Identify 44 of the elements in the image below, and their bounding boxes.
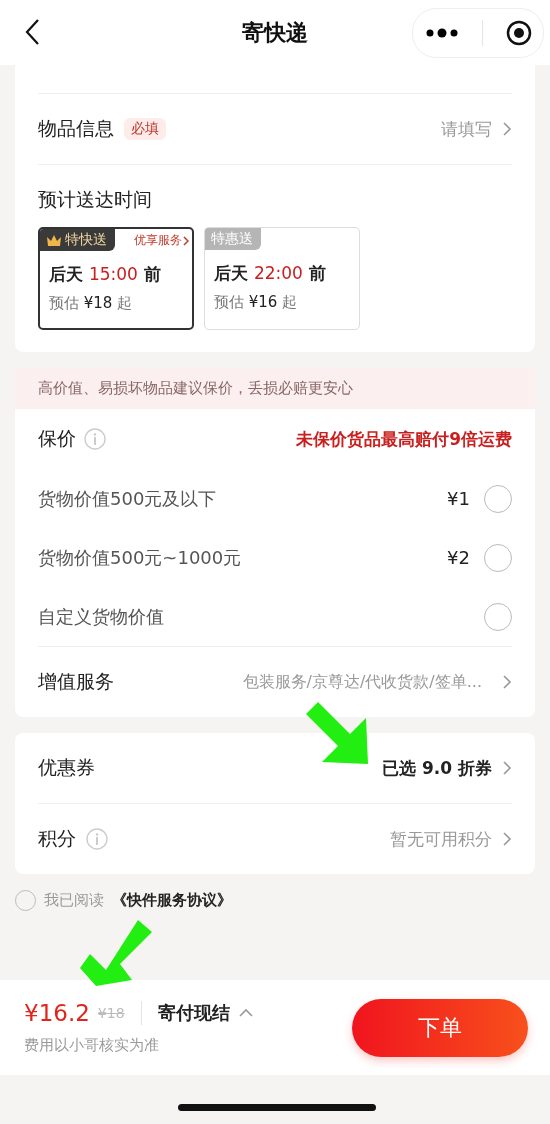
page-title: 寄快递 [242, 18, 308, 47]
crown-icon [46, 233, 62, 247]
required-tag: 必填 [124, 118, 166, 140]
insurance-note: 未保价货品最高赔付9倍运费 [296, 427, 512, 451]
delivery-time: 后天 15:00 前 [49, 263, 162, 286]
service-tag: 特快送 [40, 229, 115, 251]
back-icon[interactable] [24, 18, 40, 46]
agreement-text: 我已阅读 [44, 891, 104, 910]
more-icon[interactable] [424, 28, 459, 38]
fee-note: 费用以小哥核实为准 [24, 1036, 160, 1055]
notice-banner: 高价值、易损坏物品建议保价，丢损必赔更安心 [15, 368, 535, 409]
chevron-right-icon [183, 235, 189, 246]
total-price: ¥16.2 [24, 1000, 90, 1026]
close-icon[interactable] [505, 20, 532, 46]
points-label: 积分 [38, 826, 76, 851]
estimated-price: 预估 ¥16 起 [214, 293, 299, 312]
info-icon[interactable] [86, 828, 108, 850]
chevron-right-icon [502, 674, 512, 690]
insurance-label: 保价 [38, 426, 76, 451]
chevron-right-icon [502, 760, 512, 776]
service-tag: 特惠送 [205, 228, 261, 250]
coupon-value[interactable]: 已选 9.0 折券 [382, 756, 492, 780]
original-price: ¥18 [97, 1005, 125, 1021]
item-info-label: 物品信息 [38, 116, 114, 141]
chevron-right-icon [502, 831, 512, 847]
delivery-time: 后天 22:00 前 [214, 262, 327, 285]
coupon-label: 优惠券 [38, 755, 95, 780]
value-added-label: 增值服务 [38, 669, 114, 694]
insurance-option: 自定义货物价值 [38, 604, 164, 629]
submit-button[interactable]: 下单 [352, 998, 528, 1057]
info-icon[interactable] [84, 428, 106, 450]
estimated-price: 预估 ¥18 起 [49, 294, 134, 313]
chevron-up-icon[interactable] [237, 1008, 254, 1018]
insurance-option: 货物价值500元~1000元 [38, 545, 242, 570]
service-link[interactable]: 优享服务 [134, 232, 189, 249]
insurance-price: ¥1 [447, 488, 470, 509]
payment-method[interactable]: 寄付现结 [157, 1001, 230, 1025]
agreement-link[interactable]: 《快件服务协议》 [112, 891, 232, 910]
delivery-option[interactable]: 特惠送 后天 22:00 前 预估 ¥16 起 [204, 227, 360, 330]
insurance-price: ¥2 [447, 547, 470, 568]
section-title: 预计送达时间 [38, 188, 152, 210]
insurance-option: 货物价值500元及以下 [38, 486, 217, 511]
delivery-option[interactable]: 特快送 优享服务 后天 15:00 前 预估 ¥18 起 [38, 227, 194, 330]
chevron-right-icon [502, 121, 512, 137]
